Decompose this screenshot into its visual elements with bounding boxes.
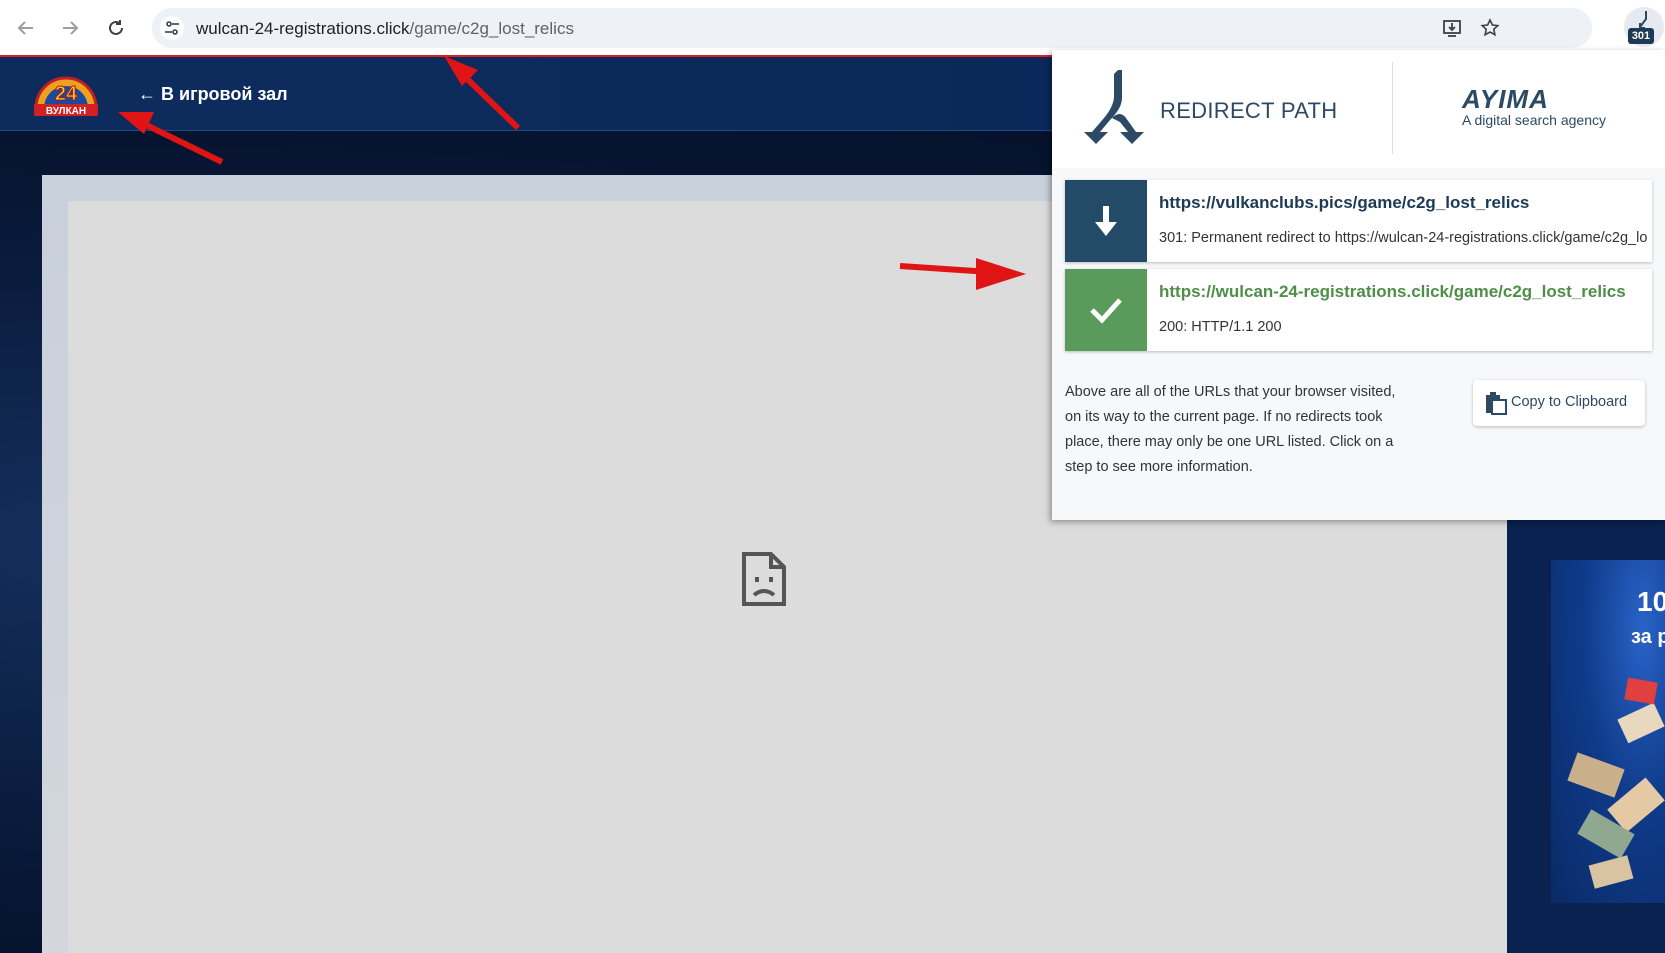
copy-label: Copy to Clipboard [1511,394,1628,410]
reload-button[interactable] [100,12,132,44]
bookmark-button[interactable] [1478,16,1502,40]
back-button[interactable] [10,12,42,44]
arrow-down-icon [1095,206,1117,236]
star-icon [1480,18,1500,37]
popup-header: REDIRECT PATH AYIMA A digital search age… [1052,50,1665,168]
info-text: Above are all of the URLs that your brow… [1065,384,1396,475]
status-box-redirect [1065,180,1147,262]
step-url[interactable]: https://wulcan-24-registrations.click/ga… [1159,282,1626,302]
promo-banner[interactable]: 10 за р [1551,560,1665,903]
address-bar[interactable]: wulcan-24-registrations.click/game/c2g_l… [152,8,1592,48]
ayima-tagline: A digital search agency [1462,112,1606,128]
step-description: 200: HTTP/1.1 200 [1159,319,1282,335]
install-app-button[interactable] [1440,16,1464,40]
clipboard-icon [1486,392,1507,415]
forward-button[interactable] [54,12,86,44]
popup-title: REDIRECT PATH [1160,98,1338,123]
url-path: /game/c2g_lost_relics [409,19,574,38]
browser-toolbar: wulcan-24-registrations.click/game/c2g_l… [0,0,1665,57]
status-box-ok [1065,269,1147,351]
step-url[interactable]: https://vulkanclubs.pics/game/c2g_lost_r… [1159,193,1529,213]
arrow-right-icon [63,21,79,35]
header-divider [1392,62,1393,154]
url-host: wulcan-24-registrations.click [196,19,410,38]
redirect-step-1[interactable]: https://vulkanclubs.pics/game/c2g_lost_r… [1065,180,1652,262]
site-info-button[interactable] [160,16,184,40]
redirect-step-2[interactable]: https://wulcan-24-registrations.click/ga… [1065,269,1652,351]
ayima-logo[interactable]: AYIMA [1462,84,1549,115]
toolbar-highlight-line [0,55,1058,57]
tune-icon [165,21,179,35]
redirect-path-logo-icon [1084,70,1144,144]
logo-brand: ВУЛКАН [46,106,86,117]
step-description: 301: Permanent redirect to https://wulca… [1159,230,1647,246]
money-image [1567,677,1665,889]
broken-file-icon [742,552,786,606]
vulkan-logo[interactable]: 24 ВУЛКАН [30,70,102,120]
logo-number: 24 [55,83,78,105]
url-text: wulcan-24-registrations.click/game/c2g_l… [196,19,574,39]
redirect-path-popup: REDIRECT PATH AYIMA A digital search age… [1052,50,1665,520]
back-to-lobby-link[interactable]: ← В игровой зал [138,84,288,105]
copy-to-clipboard-button[interactable]: Copy to Clipboard [1473,380,1645,426]
redirect-count-badge: 301 [1628,28,1654,44]
reload-icon [109,20,123,35]
install-icon [1443,20,1461,37]
redirect-path-icon [1639,11,1647,29]
checkmark-icon [1090,298,1122,324]
arrow-left-icon [17,21,33,35]
